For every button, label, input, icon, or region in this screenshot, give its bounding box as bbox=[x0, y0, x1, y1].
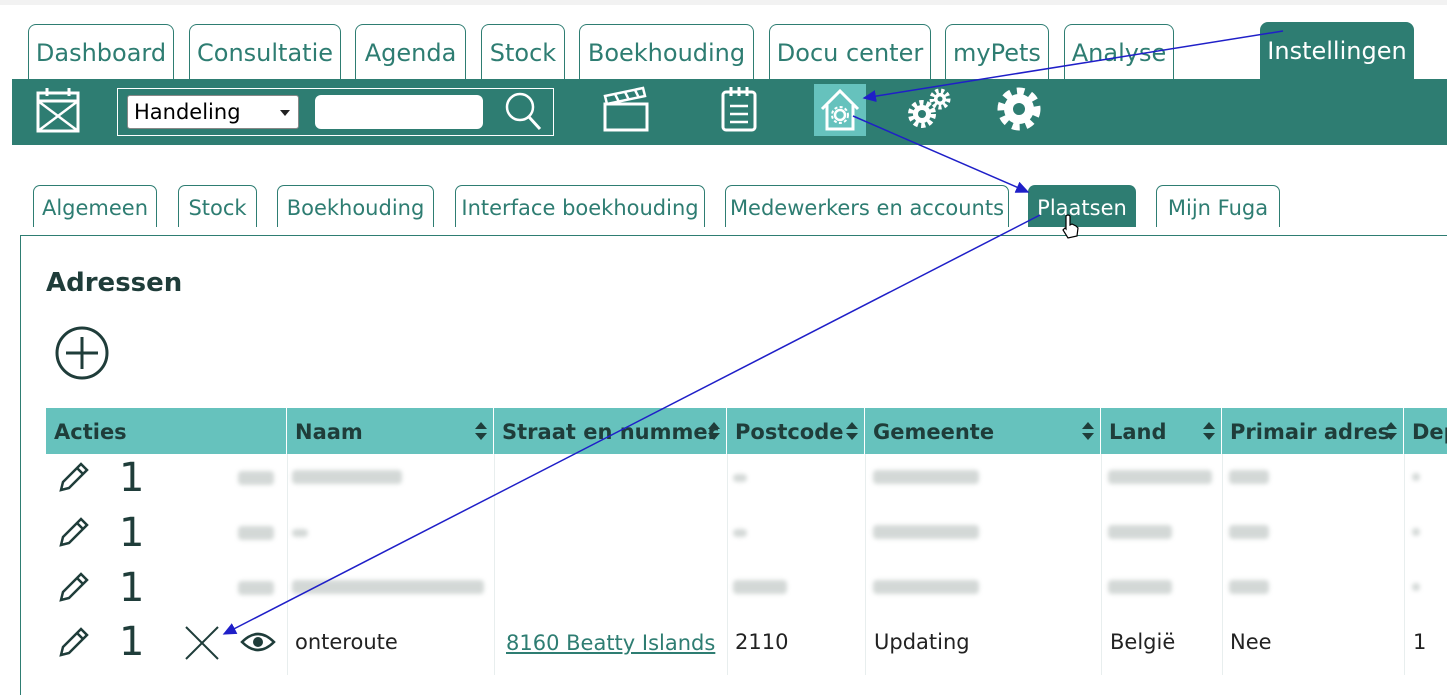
redacted-text bbox=[873, 580, 979, 594]
subtab-algemeen[interactable]: Algemeen bbox=[33, 185, 157, 227]
subtab-medewerkers-en-accounts[interactable]: Medewerkers en accounts bbox=[725, 185, 1009, 227]
hand-cursor-icon bbox=[1062, 214, 1079, 239]
col-land[interactable]: Land bbox=[1101, 408, 1222, 454]
col-straat[interactable]: Straat en nummer bbox=[494, 408, 727, 454]
col-divider bbox=[1101, 454, 1102, 675]
pencil-icon[interactable] bbox=[57, 460, 91, 494]
col-divider bbox=[865, 454, 866, 675]
redacted-icon bbox=[238, 581, 274, 595]
tab-boekhouding[interactable]: Boekhouding bbox=[579, 24, 754, 79]
tab-agenda[interactable]: Agenda bbox=[355, 24, 466, 79]
sort-icon[interactable] bbox=[1082, 422, 1094, 442]
tab-mypets[interactable]: myPets bbox=[945, 24, 1049, 79]
redacted-text bbox=[1412, 583, 1420, 591]
redacted-text bbox=[1229, 580, 1269, 594]
delete-icon[interactable] bbox=[184, 625, 220, 661]
cell-land: België bbox=[1110, 630, 1176, 654]
notepad-icon[interactable] bbox=[721, 86, 757, 132]
cell-gemeente: Updating bbox=[874, 630, 970, 654]
search-icon[interactable] bbox=[503, 90, 543, 132]
subtab-mijn-fuga[interactable]: Mijn Fuga bbox=[1156, 185, 1280, 227]
redacted-text bbox=[292, 529, 308, 537]
pencil-icon[interactable] bbox=[57, 625, 91, 659]
redacted-text bbox=[1412, 473, 1420, 481]
chevron-down-icon bbox=[280, 110, 290, 116]
redacted-text bbox=[733, 580, 787, 594]
row-count: 1 bbox=[119, 565, 145, 611]
row-count: 1 bbox=[119, 619, 145, 665]
tab-dashboard[interactable]: Dashboard bbox=[28, 24, 174, 79]
sort-icon[interactable] bbox=[475, 422, 487, 442]
row-count: 1 bbox=[119, 510, 145, 556]
table-header: Acties Naam Straat en nummer Postcode Ge… bbox=[46, 408, 1447, 454]
tab-analyse[interactable]: Analyse bbox=[1064, 24, 1174, 79]
section-title: Adressen bbox=[46, 268, 183, 298]
calendar-icon[interactable] bbox=[36, 87, 80, 133]
clapperboard-icon[interactable] bbox=[603, 86, 649, 132]
eye-icon[interactable] bbox=[240, 630, 276, 654]
pencil-icon[interactable] bbox=[57, 515, 91, 549]
redacted-text bbox=[1229, 525, 1269, 539]
cell-naam: onteroute bbox=[295, 630, 398, 654]
redacted-text bbox=[1229, 470, 1269, 484]
redacted-text bbox=[292, 470, 402, 484]
subtab-stock[interactable]: Stock bbox=[178, 185, 257, 227]
redacted-text bbox=[733, 529, 747, 537]
col-primair-adres[interactable]: Primair adres bbox=[1222, 408, 1404, 454]
subtab-plaatsen[interactable]: Plaatsen bbox=[1028, 185, 1136, 227]
tab-stock[interactable]: Stock bbox=[481, 24, 565, 79]
content-panel bbox=[20, 235, 1447, 695]
redacted-text bbox=[1108, 470, 1212, 484]
col-dep[interactable]: Dep bbox=[1404, 408, 1447, 454]
col-divider bbox=[1404, 454, 1405, 675]
col-divider bbox=[287, 454, 288, 675]
col-divider bbox=[727, 454, 728, 675]
redacted-icon bbox=[238, 526, 274, 540]
sort-icon[interactable] bbox=[708, 422, 720, 442]
cell-primair: Nee bbox=[1230, 630, 1272, 654]
redacted-text bbox=[292, 580, 484, 594]
home-settings-icon bbox=[820, 88, 860, 131]
redacted-text bbox=[873, 525, 979, 539]
col-postcode[interactable]: Postcode bbox=[727, 408, 865, 454]
cell-dep: 1 bbox=[1413, 630, 1427, 654]
col-naam[interactable]: Naam bbox=[287, 408, 494, 454]
redacted-text bbox=[733, 474, 747, 482]
action-select-value: Handeling bbox=[134, 100, 241, 124]
col-gemeente[interactable]: Gemeente bbox=[865, 408, 1101, 454]
top-strip bbox=[0, 0, 1447, 5]
sort-icon[interactable] bbox=[846, 422, 858, 442]
pencil-icon[interactable] bbox=[57, 570, 91, 604]
search-input[interactable] bbox=[315, 95, 483, 129]
col-acties: Acties bbox=[46, 408, 287, 454]
sort-icon[interactable] bbox=[1203, 422, 1215, 442]
redacted-text bbox=[1412, 528, 1420, 536]
subtab-interface-boekhouding[interactable]: Interface boekhouding bbox=[455, 185, 705, 227]
cell-straat-link[interactable]: 8160 Beatty Islands bbox=[506, 631, 715, 655]
redacted-text bbox=[1108, 525, 1172, 539]
redacted-icon bbox=[238, 471, 274, 485]
tab-consultatie[interactable]: Consultatie bbox=[189, 24, 341, 79]
cell-postcode: 2110 bbox=[735, 630, 789, 654]
col-divider bbox=[1222, 454, 1223, 675]
redacted-text bbox=[873, 470, 979, 484]
tab-instellingen[interactable]: Instellingen bbox=[1260, 22, 1414, 79]
row-count: 1 bbox=[119, 455, 145, 501]
gear-icon[interactable] bbox=[995, 85, 1043, 133]
col-divider bbox=[494, 454, 495, 675]
sort-icon[interactable] bbox=[1385, 422, 1397, 442]
subtab-boekhouding[interactable]: Boekhouding bbox=[277, 185, 434, 227]
gears-icon[interactable] bbox=[904, 86, 954, 132]
action-select[interactable]: Handeling bbox=[127, 95, 299, 129]
redacted-text bbox=[1108, 580, 1172, 594]
tab-docu-center[interactable]: Docu center bbox=[769, 24, 931, 79]
add-address-button[interactable] bbox=[54, 325, 110, 381]
